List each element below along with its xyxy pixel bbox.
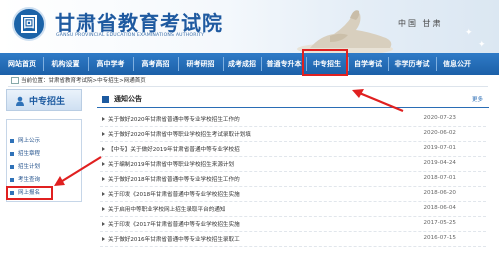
notice-date: 2018-07-01 xyxy=(423,175,456,181)
notice-title[interactable]: 关于编制2019年甘肃省中等职业学校招生来源计划 xyxy=(108,160,234,168)
notice-title[interactable]: 关于做好2020年甘肃省中等职业学校招生考试录取计划填 xyxy=(108,130,251,138)
nav-highlight-box xyxy=(302,49,348,76)
notice-date: 2020-07-23 xyxy=(423,115,456,121)
nav-item-self-study-exam[interactable]: 自学考试 xyxy=(349,53,387,75)
nav-item-non-degree-exam[interactable]: 非学历考试 xyxy=(389,53,435,75)
sidebar-item-public-notice[interactable]: 网上公示 xyxy=(10,136,40,146)
notice-title[interactable]: 【中专】关于做好2019年甘肃省普通中等专业学校招 xyxy=(108,145,240,153)
notice-row[interactable]: 关于编制2019年甘肃省中等职业学校招生来源计划 2019-04-24 xyxy=(100,158,486,172)
sidebar-highlight-box xyxy=(6,186,53,200)
notice-title[interactable]: 关于启用中等职业学校网上招生录取平台的通知 xyxy=(108,205,225,213)
notice-date: 2018-06-20 xyxy=(423,190,456,196)
divider xyxy=(8,86,488,87)
notice-title[interactable]: 关于印发《2018年甘肃省普通中等专业学校招生实施 xyxy=(108,190,240,198)
site-title: 甘肃省教育考试院 xyxy=(55,11,223,35)
nav-item-high-school-exam[interactable]: 高中学考 xyxy=(89,53,132,75)
bullet-icon xyxy=(10,152,14,156)
location-icon xyxy=(11,77,19,84)
sidebar-item-admission-rules[interactable]: 招生章程 xyxy=(10,149,40,159)
site-subtitle: GANSU PROVINCIAL EDUCATION EXAMINATIONS … xyxy=(56,33,205,38)
notice-row[interactable]: 关于做好2018年甘肃省普通中等专业学校招生工作的 2018-07-01 xyxy=(100,173,486,187)
notice-row[interactable]: 关于做好2016年甘肃省普通中等专业学校招生录取工 2016-07-15 xyxy=(100,233,486,247)
square-icon xyxy=(102,96,109,103)
region-label: 中国 甘肃 xyxy=(398,19,443,28)
notice-title[interactable]: 关于做好2020年甘肃省普通中等专业学校招生工作的 xyxy=(108,115,240,123)
dove-icon: ✦ xyxy=(465,28,473,38)
notice-row[interactable]: 关于印发《2017年甘肃省普通中等专业学校招生实施 2017-05-25 xyxy=(100,218,486,232)
notice-title[interactable]: 关于印发《2017年甘肃省普通中等专业学校招生实施 xyxy=(108,220,240,228)
arrow-icon xyxy=(102,177,105,181)
sidebar-title: 中专招生 xyxy=(29,97,66,107)
arrow-icon xyxy=(102,237,105,241)
notice-row[interactable]: 关于做好2020年甘肃省普通中等专业学校招生工作的 2020-07-23 xyxy=(100,113,486,127)
person-icon xyxy=(16,96,24,106)
arrow-icon xyxy=(102,117,105,121)
dove-icon: ✦ xyxy=(478,40,486,50)
arrow-icon xyxy=(102,162,105,166)
nav-item-public-info[interactable]: 信息公开 xyxy=(437,53,477,75)
site-logo[interactable]: 回 xyxy=(12,7,46,41)
notice-date: 2017-05-25 xyxy=(423,220,456,226)
notice-heading: 通知公告 xyxy=(114,95,142,103)
arrow-icon xyxy=(102,147,105,151)
nav-item-organization[interactable]: 机构设置 xyxy=(44,53,87,75)
arrow-icon xyxy=(102,222,105,226)
bullet-icon xyxy=(10,139,14,143)
notice-list-header: 通知公告 更多 xyxy=(97,92,489,108)
nav-item-home[interactable]: 网站首页 xyxy=(2,53,42,75)
nav-item-upgrade-exam[interactable]: 普通专升本 xyxy=(262,53,306,75)
notice-row[interactable]: 关于启用中等职业学校网上招生录取平台的通知 2018-06-04 xyxy=(100,203,486,217)
notice-date: 2019-04-24 xyxy=(423,160,456,166)
notice-date: 2016-07-15 xyxy=(423,235,456,241)
sidebar-item-admission-plan[interactable]: 招生计划 xyxy=(10,162,40,172)
arrow-icon xyxy=(102,192,105,196)
notice-title[interactable]: 关于做好2016年甘肃省普通中等专业学校招生录取工 xyxy=(108,235,240,243)
bullet-icon xyxy=(10,178,14,182)
notice-row[interactable]: 【中专】关于做好2019年甘肃省普通中等专业学校招 2019-07-01 xyxy=(100,143,486,157)
notice-date: 2018-06-04 xyxy=(423,205,456,211)
arrow-icon xyxy=(102,132,105,136)
notice-date: 2020-06-02 xyxy=(423,130,456,136)
nav-item-gaokao[interactable]: 高考高招 xyxy=(134,53,177,75)
notice-row[interactable]: 关于印发《2018年甘肃省普通中等专业学校招生实施 2018-06-20 xyxy=(100,188,486,202)
arrow-icon xyxy=(102,207,105,211)
sidebar-item-candidate-query[interactable]: 考生查询 xyxy=(10,175,40,185)
notice-row[interactable]: 关于做好2020年甘肃省中等职业学校招生考试录取计划填 2020-06-02 xyxy=(100,128,486,142)
notice-date: 2019-07-01 xyxy=(423,145,456,151)
notice-title[interactable]: 关于做好2018年甘肃省普通中等专业学校招生工作的 xyxy=(108,175,240,183)
site-header: 回 甘肃省教育考试院 GANSU PROVINCIAL EDUCATION EX… xyxy=(0,0,499,53)
nav-item-graduate-exam[interactable]: 研考研招 xyxy=(179,53,222,75)
more-link[interactable]: 更多 xyxy=(472,95,483,103)
main-nav: 网站首页 机构设置 高中学考 高考高招 研考研招 成考成招 普通专升本 中专招生… xyxy=(0,53,499,75)
breadcrumb: 当前位置：甘肃省教育考试院>中专招生>网通首页 xyxy=(21,78,146,84)
nav-item-adult-exam[interactable]: 成考成招 xyxy=(224,53,260,75)
logo-emblem-icon: 回 xyxy=(21,15,37,33)
sidebar-header: 中专招生 xyxy=(6,89,82,111)
bullet-icon xyxy=(10,165,14,169)
